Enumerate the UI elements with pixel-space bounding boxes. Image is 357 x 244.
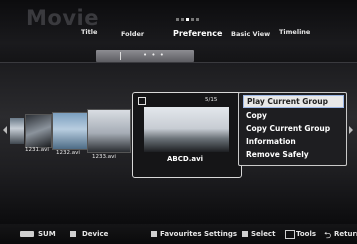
selected-file-thumbnail[interactable]: [144, 107, 229, 152]
file-name: 1233.avi: [92, 154, 116, 160]
divider: [0, 62, 357, 63]
tab-preference[interactable]: Preference: [173, 29, 222, 38]
scroll-handle[interactable]: [120, 52, 121, 60]
file-name: 1232.avi: [56, 150, 80, 156]
scroll-left-icon[interactable]: [3, 126, 7, 134]
file-thumbnail[interactable]: [52, 112, 90, 150]
favourites-settings-button[interactable]: Favourites Settings: [160, 230, 237, 238]
file-thumbnail[interactable]: [25, 114, 52, 148]
select-button[interactable]: Select: [251, 230, 275, 238]
tab-basic-view[interactable]: Basic View: [231, 30, 270, 38]
return-button[interactable]: Return: [334, 230, 357, 238]
sum-icon: [20, 231, 34, 237]
page-dot: [196, 18, 199, 21]
favourites-icon: [151, 231, 157, 237]
return-icon: ⮌: [324, 231, 332, 241]
page-dot: [191, 18, 194, 21]
menu-item-remove-safely[interactable]: Remove Safely: [246, 150, 309, 159]
tv-screen: Movie Title Folder Preference Basic View…: [0, 0, 357, 244]
menu-item-copy-current-group[interactable]: Copy Current Group: [246, 124, 330, 133]
sum-button[interactable]: SUM: [38, 230, 56, 238]
selected-file-name: ABCD.avi: [167, 155, 204, 163]
menu-item-play-current-group[interactable]: Play Current Group: [243, 95, 344, 108]
page-indicator: [176, 18, 199, 21]
menu-item-information[interactable]: Information: [246, 137, 296, 146]
page-dot: [176, 18, 179, 21]
tools-icon: [285, 230, 295, 239]
file-name: 1231.avi: [25, 147, 49, 153]
select-icon: [242, 231, 248, 237]
file-counter: 5/15: [205, 97, 218, 103]
device-button[interactable]: Device: [82, 230, 108, 238]
file-thumbnail[interactable]: [87, 109, 131, 153]
page-dot-active: [186, 18, 189, 21]
tab-timeline[interactable]: Timeline: [279, 28, 310, 36]
group-scroll-bar[interactable]: • • •: [96, 50, 194, 62]
file-thumbnail[interactable]: [10, 118, 24, 144]
device-icon: [70, 231, 76, 237]
group-indicator: • • •: [143, 51, 165, 59]
tab-folder[interactable]: Folder: [121, 30, 144, 38]
app-title: Movie: [26, 6, 99, 30]
scroll-right-icon[interactable]: [349, 126, 353, 134]
page-dot: [181, 18, 184, 21]
tab-title[interactable]: Title: [81, 28, 97, 36]
menu-item-copy[interactable]: Copy: [246, 111, 267, 120]
select-checkbox[interactable]: [138, 97, 146, 105]
tools-button[interactable]: Tools: [296, 230, 316, 238]
